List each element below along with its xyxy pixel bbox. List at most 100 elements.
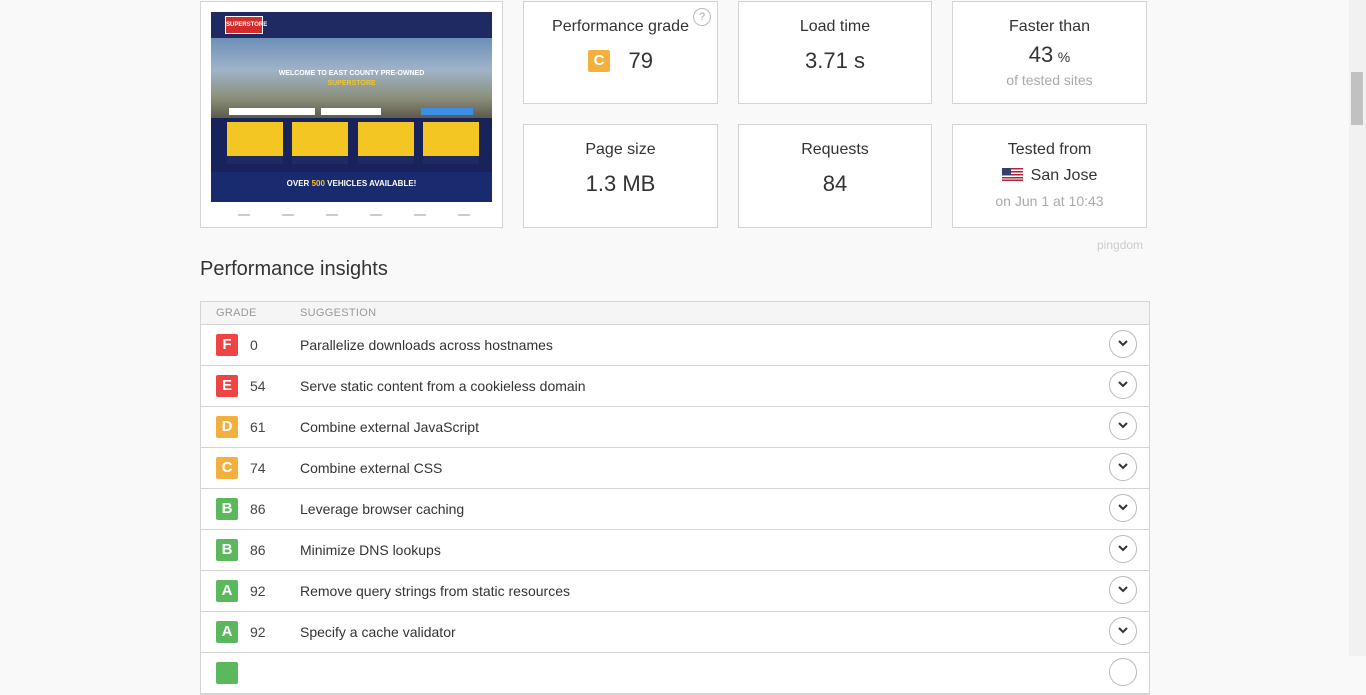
insight-suggestion: Combine external CSS	[300, 460, 443, 476]
insight-suggestion: Specify a cache validator	[300, 624, 456, 640]
screenshot-tile	[292, 122, 348, 164]
performance-grade-value: C 79	[524, 48, 717, 74]
faster-than-value: 43	[1028, 42, 1054, 67]
screenshot-select	[271, 108, 315, 115]
insight-score: 0	[250, 337, 258, 353]
insight-suggestion: Serve static content from a cookieless d…	[300, 378, 586, 394]
tested-from-time: on Jun 1 at 10:43	[995, 193, 1104, 209]
insight-score: 86	[250, 501, 266, 517]
expand-toggle-button[interactable]	[1109, 658, 1137, 686]
performance-grade-title: Performance grade	[552, 18, 689, 35]
band-number: 500	[311, 179, 325, 188]
insight-score: 54	[250, 378, 266, 394]
insight-row[interactable]: D 61 Combine external JavaScript	[201, 407, 1149, 448]
help-icon[interactable]: ?	[693, 8, 711, 26]
insight-row[interactable]: A 92 Remove query strings from static reso…	[201, 571, 1149, 612]
tested-from-title: Tested from	[1007, 141, 1092, 158]
screenshot-hero	[211, 38, 492, 118]
expand-toggle-button[interactable]	[1109, 494, 1137, 522]
chevron-down-icon	[1118, 627, 1128, 634]
insight-row[interactable]: F 0 Parallelize downloads across hostnames	[201, 325, 1149, 366]
page-size-card: Page size 1.3 MB	[523, 124, 718, 228]
tested-from-location: San Jose	[1030, 167, 1098, 184]
insight-suggestion: Remove query strings from static resourc…	[300, 583, 570, 599]
grade-badge: E	[216, 375, 238, 397]
insight-row[interactable]: B 86 Leverage browser caching	[201, 489, 1149, 530]
insight-suggestion: Leverage browser caching	[300, 501, 465, 517]
page-scrollbar[interactable]	[1349, 0, 1366, 656]
insight-row[interactable]: C 74 Combine external CSS	[201, 448, 1149, 489]
insight-row[interactable]: B 86 Minimize DNS lookups	[201, 530, 1149, 571]
insight-suggestion: Combine external JavaScript	[300, 419, 479, 435]
faster-than-sub: of tested sites	[1006, 72, 1093, 88]
requests-card: Requests 84	[738, 124, 932, 228]
band-prefix: OVER	[286, 179, 312, 188]
website-screenshot: SUPERSTORE WELCOME TO EAST COUNTY PRE-OW…	[211, 12, 492, 202]
screenshot-select	[229, 108, 271, 115]
faster-than-value-wrap: 43 %	[953, 42, 1146, 68]
carousel-dot	[458, 214, 470, 216]
requests-title: Requests	[801, 141, 869, 158]
screenshot-topbar: SUPERSTORE	[211, 12, 492, 38]
expand-toggle-button[interactable]	[1109, 371, 1137, 399]
tested-from-location-wrap: San Jose	[953, 167, 1146, 185]
insight-score: 92	[250, 583, 266, 599]
site-logo: SUPERSTORE	[225, 16, 267, 34]
expand-toggle-button[interactable]	[1109, 535, 1137, 563]
chevron-down-icon	[1118, 463, 1128, 470]
carousel-dot	[326, 214, 338, 216]
insight-row[interactable]	[201, 653, 1149, 694]
performance-score: 79	[628, 48, 653, 73]
insight-score: 86	[250, 542, 266, 558]
carousel-dot	[282, 214, 294, 216]
chevron-down-icon	[1118, 586, 1128, 593]
page-size-title: Page size	[585, 141, 656, 158]
load-time-card: Load time 3.71 s	[738, 1, 932, 104]
carousel-dot	[414, 214, 426, 216]
screenshot-tile	[358, 122, 414, 164]
grade-badge: B	[216, 539, 238, 561]
insight-score: 74	[250, 460, 266, 476]
faster-than-unit: %	[1057, 49, 1071, 65]
insights-title: Performance insights	[200, 258, 388, 280]
insight-row[interactable]: A 92 Specify a cache validator	[201, 612, 1149, 653]
grade-badge: F	[216, 334, 238, 356]
insights-rows: F 0 Parallelize downloads across hostnames…	[201, 325, 1149, 694]
scrollbar-thumb[interactable]	[1351, 72, 1363, 125]
chevron-down-icon	[1118, 504, 1128, 511]
insight-score: 61	[250, 419, 266, 435]
pingdom-logo: pingdom	[1097, 238, 1144, 252]
grade-column-header: GRADE	[216, 307, 257, 319]
insights-table: GRADE SUGGESTION F 0 Parallelize downloads…	[200, 301, 1150, 695]
requests-value: 84	[822, 171, 848, 196]
insight-row[interactable]: E 54 Serve static content from a cookieles…	[201, 366, 1149, 407]
grade-badge	[216, 662, 238, 684]
expand-toggle-button[interactable]	[1109, 330, 1137, 358]
screenshot-tile	[423, 122, 479, 164]
screenshot-tile	[227, 122, 283, 164]
expand-toggle-button[interactable]	[1109, 412, 1137, 440]
carousel-dot	[238, 214, 250, 216]
grade-badge: D	[216, 416, 238, 438]
hero-subheadline: SUPERSTORE	[327, 80, 376, 87]
expand-toggle-button[interactable]	[1109, 453, 1137, 481]
insight-suggestion: Minimize DNS lookups	[300, 542, 441, 558]
tested-from-card: Tested from San Jose on Jun 1 at 10:43	[952, 124, 1147, 228]
chevron-down-icon	[1118, 381, 1128, 388]
load-time-title: Load time	[799, 18, 871, 35]
faster-than-title: Faster than	[1009, 18, 1090, 35]
chevron-down-icon	[1118, 340, 1128, 347]
insights-table-header: GRADE SUGGESTION	[201, 302, 1149, 325]
expand-toggle-button[interactable]	[1109, 617, 1137, 645]
grade-badge: A	[216, 580, 238, 602]
us-flag-icon	[1001, 168, 1023, 181]
grade-badge: C	[588, 50, 611, 72]
screenshot-select	[321, 108, 381, 115]
chevron-down-icon	[1118, 545, 1128, 552]
suggestion-column-header: SUGGESTION	[300, 307, 377, 319]
grade-badge: C	[216, 457, 238, 479]
chevron-down-icon	[1118, 422, 1128, 429]
page-size-value: 1.3 MB	[585, 171, 656, 196]
expand-toggle-button[interactable]	[1109, 576, 1137, 604]
website-screenshot-card: SUPERSTORE WELCOME TO EAST COUNTY PRE-OW…	[200, 1, 503, 228]
